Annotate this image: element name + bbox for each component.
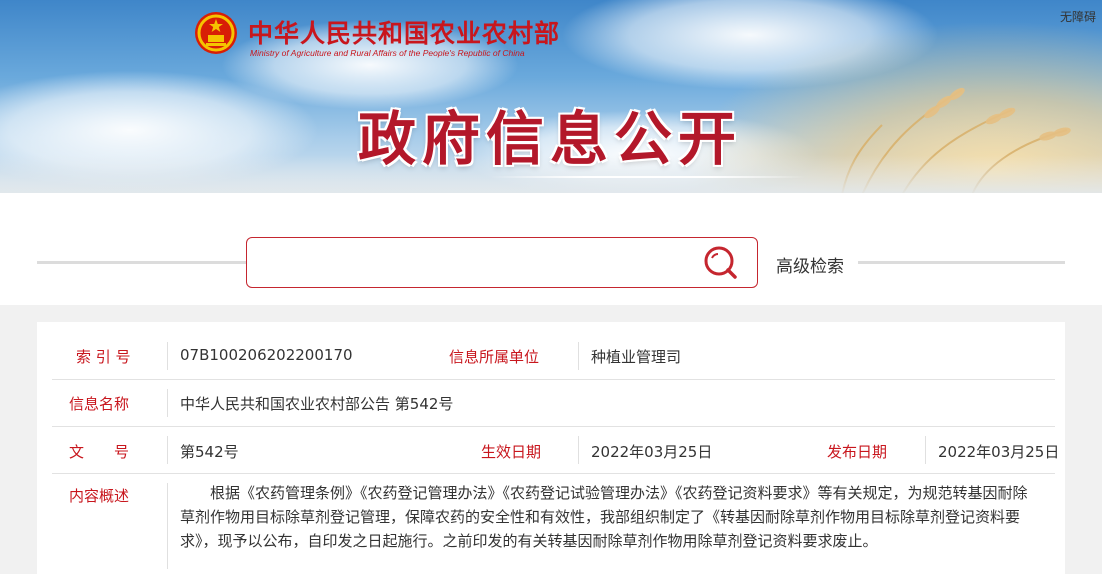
divider — [578, 342, 579, 370]
summary-text: 根据《农药管理条例》《农药登记管理办法》《农药登记试验管理办法》《农药登记资料要… — [180, 484, 1028, 550]
search-input[interactable] — [259, 246, 689, 279]
search-section: 高级检索 — [0, 193, 1102, 305]
info-row-doc: 文 号 第542号 生效日期 2022年03月25日 发布日期 2022年03月… — [52, 427, 1059, 474]
name-value: 中华人民共和国农业农村部公告 第542号 — [180, 395, 454, 413]
decorative-line — [37, 261, 254, 264]
search-box — [246, 237, 758, 288]
search-icon — [704, 246, 737, 279]
effective-date-label: 生效日期 — [481, 443, 542, 461]
accessibility-link[interactable]: 无障碍 — [1060, 8, 1096, 25]
doc-number-value: 第542号 — [180, 443, 239, 461]
title-underline — [490, 176, 806, 178]
header-banner: 中华人民共和国农业农村部 Ministry of Agriculture and… — [0, 0, 1102, 193]
unit-label: 信息所属单位 — [449, 348, 540, 366]
page-title: 政府信息公开 — [358, 105, 743, 173]
index-value: 07B100206202200170 — [180, 346, 353, 364]
search-button[interactable] — [701, 244, 741, 282]
doc-number-label: 文 号 — [69, 443, 130, 461]
advanced-search-link[interactable]: 高级检索 — [776, 252, 844, 277]
divider — [925, 436, 926, 464]
divider — [167, 483, 168, 569]
index-label: 索 引 号 — [76, 348, 131, 366]
info-row-index: 索 引 号 07B100206202200170 信息所属单位 种植业管理司 — [52, 334, 1055, 380]
info-row-summary: 内容概述 根据《农药管理条例》《农药登记管理办法》《农药登记试验管理办法》《农药… — [52, 474, 1055, 574]
info-row-name: 信息名称 中华人民共和国农业农村部公告 第542号 — [52, 380, 1055, 427]
info-table: 索 引 号 07B100206202200170 信息所属单位 种植业管理司 信… — [37, 322, 1065, 574]
divider — [578, 436, 579, 464]
decorative-line — [858, 261, 1065, 264]
name-label: 信息名称 — [69, 395, 130, 413]
effective-date-value: 2022年03月25日 — [591, 443, 713, 461]
divider — [167, 389, 168, 417]
ministry-name-cn[interactable]: 中华人民共和国农业农村部 — [248, 14, 560, 50]
divider — [167, 436, 168, 464]
summary-label: 内容概述 — [69, 487, 130, 505]
unit-value: 种植业管理司 — [591, 348, 682, 366]
ministry-name-en[interactable]: Ministry of Agriculture and Rural Affair… — [250, 48, 525, 58]
publish-date-label: 发布日期 — [827, 443, 888, 461]
divider — [167, 342, 168, 370]
national-emblem-icon — [195, 12, 237, 54]
publish-date-value: 2022年03月25日 — [938, 443, 1060, 461]
